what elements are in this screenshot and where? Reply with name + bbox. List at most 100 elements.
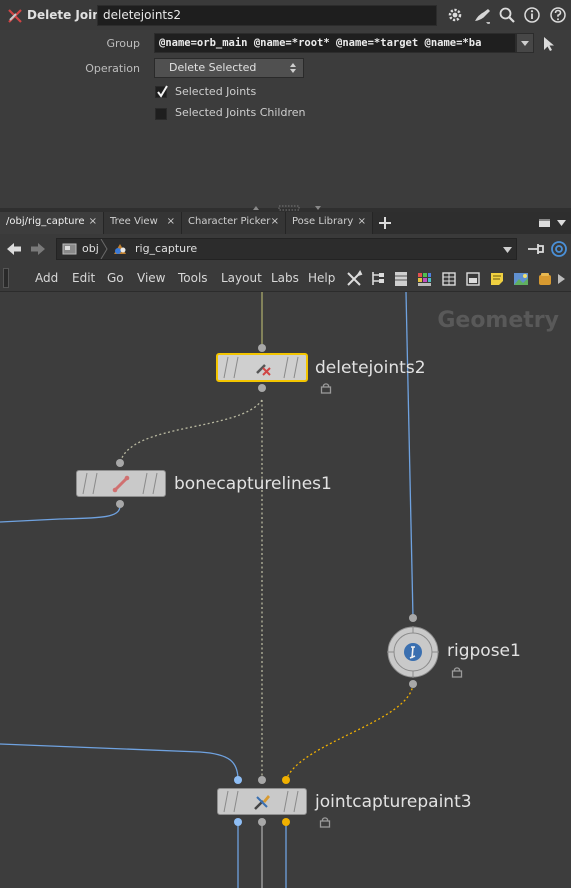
path-segment-obj[interactable]: obj [82, 242, 99, 255]
node-jointcapturepaint3[interactable] [217, 788, 307, 815]
menu-tools[interactable]: Tools [178, 271, 208, 285]
close-icon[interactable]: × [89, 216, 97, 227]
path-separator-icon [100, 239, 108, 259]
menu-help[interactable]: Help [308, 271, 335, 285]
tab-pose-library[interactable]: Pose Library × [286, 212, 373, 234]
delete-joints-icon [256, 364, 271, 376]
input-connector[interactable] [114, 457, 126, 469]
asset-icon[interactable] [537, 270, 553, 288]
overflow-arrow-icon[interactable] [558, 274, 566, 284]
output-connector[interactable] [114, 498, 126, 510]
lock-icon [319, 817, 331, 828]
tab-label: Character Picker [188, 216, 271, 227]
input-connector[interactable] [407, 612, 419, 624]
pane-layout-icon[interactable] [538, 218, 552, 228]
color-palette-icon[interactable] [416, 270, 432, 288]
output-connector[interactable] [256, 816, 268, 828]
input-connector[interactable] [232, 774, 244, 786]
select-arrow-icon[interactable] [541, 35, 557, 51]
tools-wrench-icon[interactable] [345, 270, 363, 288]
path-dropdown-arrow-icon[interactable] [503, 247, 512, 254]
tab-label: Tree View [110, 216, 158, 227]
tab-character-picker[interactable]: Character Picker × [182, 212, 286, 234]
group-label: Group [106, 37, 141, 50]
group-field[interactable]: @name=orb_main @name=*root* @name=*targe… [154, 33, 516, 53]
node-label: rigpose1 [447, 641, 521, 661]
wire-deletejoints-to-bonecapture [119, 399, 263, 464]
back-arrow-icon[interactable] [6, 242, 22, 256]
path-field[interactable]: obj rig_capture [56, 238, 517, 260]
checkmark-icon [157, 85, 168, 98]
menu-labs[interactable]: Labs [271, 271, 299, 285]
path-bar: obj rig_capture [0, 234, 571, 266]
help-icon[interactable] [549, 6, 567, 24]
tab-network[interactable]: /obj/rig_capture × [0, 212, 104, 234]
tab-menu-arrow-icon[interactable] [557, 220, 566, 227]
obj-context-icon [62, 243, 77, 255]
node-deletejoints2[interactable] [216, 353, 308, 382]
node-rigpose1[interactable] [386, 625, 440, 679]
tab-label: /obj/rig_capture [6, 216, 85, 227]
output-connector[interactable] [256, 382, 268, 394]
input-connector[interactable] [280, 774, 292, 786]
menu-layout[interactable]: Layout [221, 271, 262, 285]
output-connector[interactable] [232, 816, 244, 828]
tab-label: Pose Library [292, 216, 354, 227]
close-icon[interactable]: × [167, 216, 175, 227]
add-tab-icon[interactable] [378, 216, 392, 230]
operation-label: Operation [85, 62, 140, 75]
node-label: jointcapturepaint3 [315, 792, 472, 812]
list-view-icon[interactable] [393, 270, 409, 288]
operation-dropdown[interactable]: Delete Selected [154, 58, 304, 78]
link-target-icon[interactable] [550, 240, 568, 258]
menu-add[interactable]: Add [35, 271, 58, 285]
paintbrush-icon[interactable] [472, 6, 490, 24]
grid-view-icon[interactable] [441, 270, 457, 288]
close-icon[interactable]: × [358, 216, 366, 227]
lock-icon [451, 667, 463, 678]
selected-joints-checkbox[interactable] [155, 85, 168, 98]
node-label: deletejoints2 [315, 358, 426, 378]
forward-arrow-icon[interactable] [30, 242, 46, 256]
menu-go[interactable]: Go [107, 271, 124, 285]
operation-value: Delete Selected [169, 61, 257, 74]
pane-tab-bar: /obj/rig_capture × Tree View × Character… [0, 212, 571, 234]
info-icon[interactable] [523, 6, 541, 24]
tree-layout-icon[interactable] [370, 270, 386, 288]
network-editor[interactable]: Geometry deletejoints2 bonecapturelines1… [0, 292, 571, 888]
wire-into-rigpose [405, 292, 414, 619]
menu-view[interactable]: View [137, 271, 165, 285]
parameter-header: Delete Joints deletejoints2 [0, 0, 571, 30]
output-connector[interactable] [407, 678, 419, 690]
output-connector[interactable] [280, 816, 292, 828]
input-connector[interactable] [256, 774, 268, 786]
parameter-pane: Delete Joints deletejoints2 Group @name=… [0, 0, 571, 208]
wire-bonecapture-out [0, 505, 121, 523]
pin-icon[interactable] [527, 241, 545, 257]
node-name-field[interactable]: deletejoints2 [97, 5, 437, 26]
lock-icon [320, 383, 332, 394]
paint-brush-icon [254, 795, 270, 810]
close-icon[interactable]: × [271, 216, 279, 227]
node-label: bonecapturelines1 [174, 474, 332, 494]
toolbar-handle[interactable] [3, 268, 9, 288]
subnet-icon [114, 244, 126, 254]
bone-capture-icon [112, 475, 130, 493]
selected-joints-children-label: Selected Joints Children [175, 106, 306, 119]
network-box-icon[interactable] [465, 270, 481, 288]
selected-joints-children-checkbox[interactable] [155, 108, 167, 120]
wire-rigpose-to-jointcapture [285, 683, 414, 781]
delete-joints-icon [8, 9, 22, 23]
gear-icon[interactable] [446, 6, 464, 24]
updown-arrows-icon [290, 63, 296, 73]
selected-joints-label: Selected Joints [175, 85, 257, 98]
search-icon[interactable] [498, 6, 516, 24]
background-image-icon[interactable] [513, 270, 529, 288]
group-menu-button[interactable] [516, 33, 534, 53]
chevron-down-icon [521, 41, 529, 46]
sticky-note-icon[interactable] [489, 270, 505, 288]
tab-tree-view[interactable]: Tree View × [104, 212, 182, 234]
node-bonecapturelines1[interactable] [76, 470, 166, 497]
path-segment-rig-capture[interactable]: rig_capture [135, 242, 197, 255]
menu-edit[interactable]: Edit [72, 271, 95, 285]
